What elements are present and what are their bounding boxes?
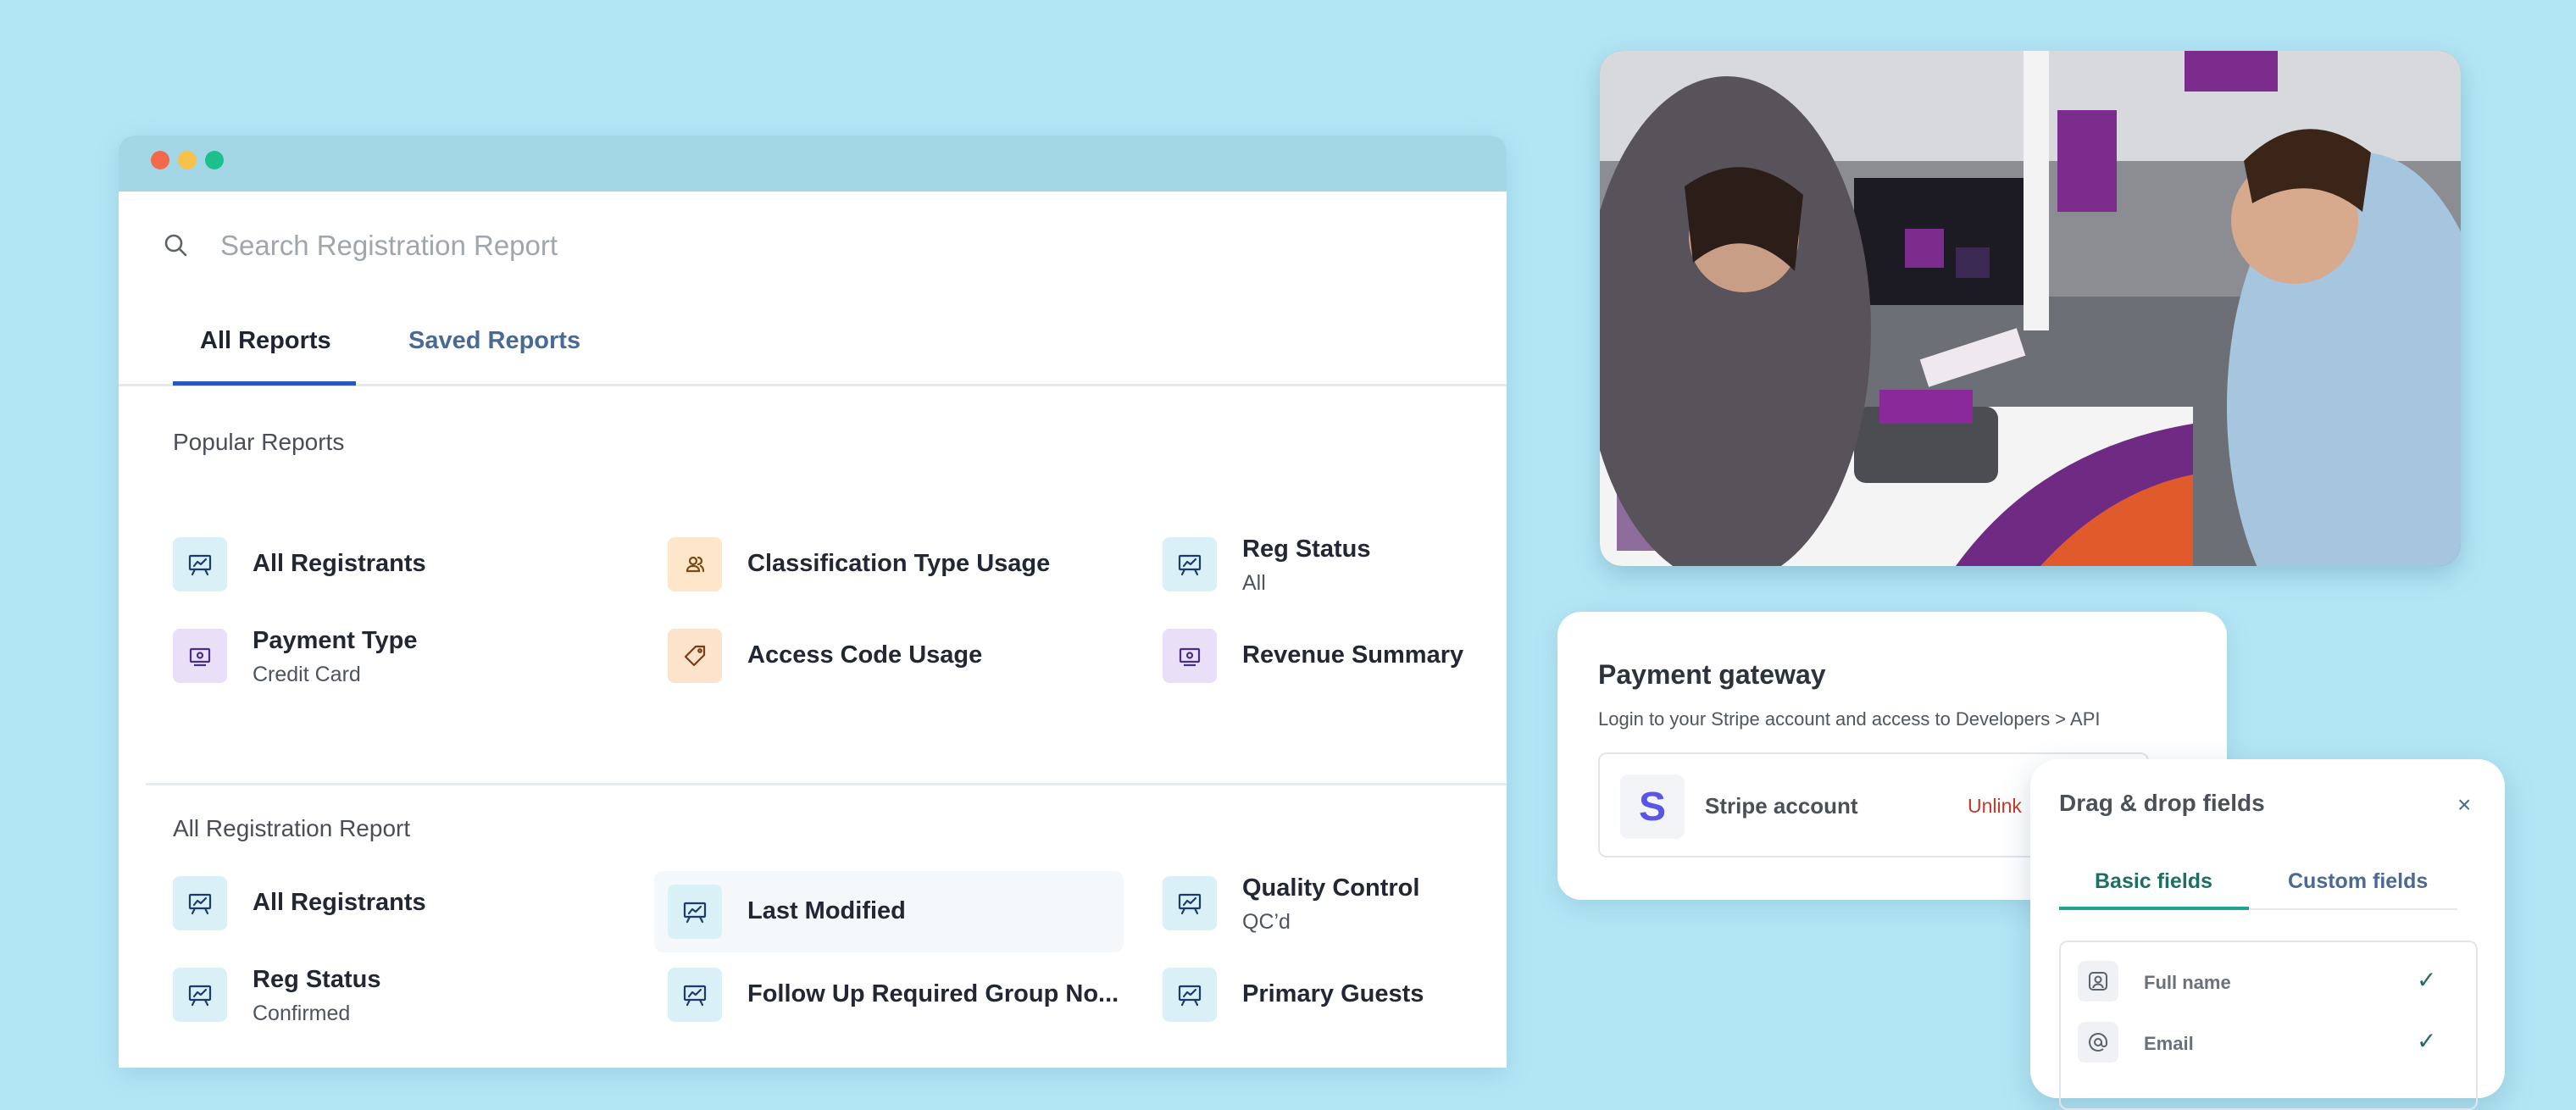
payment-gateway-description: Login to your Stripe account and access … (1598, 708, 2101, 730)
report-item-sublabel: Confirmed (253, 1002, 351, 1025)
presentation-chart-icon (173, 876, 227, 930)
presentation-chart-icon (1163, 876, 1217, 930)
report-item-sublabel: Credit Card (253, 663, 361, 686)
report-item-access-code-usage[interactable]: Access Code Usage (668, 617, 1142, 695)
tab-custom-fields[interactable]: Custom fields (2288, 869, 2428, 894)
section-divider (146, 783, 1507, 785)
presentation-chart-icon (668, 968, 722, 1022)
report-item-label: Last Modified (747, 897, 906, 924)
report-item-label: Primary Guests (1242, 980, 1424, 1007)
report-item-label: Reg Status (1242, 536, 1371, 563)
report-item-label: All Registrants (253, 550, 426, 577)
field-label: Full name (2144, 972, 2231, 993)
report-tabs: All Reports Saved Reports (119, 302, 1507, 386)
tab-basic-fields[interactable]: Basic fields (2095, 869, 2212, 894)
unlink-button[interactable]: Unlink (1968, 795, 2022, 818)
presentation-chart-icon (173, 968, 227, 1022)
tab-all-reports[interactable]: All Reports (200, 327, 331, 355)
search-input[interactable] (219, 220, 1405, 271)
presentation-chart-icon (1163, 537, 1217, 591)
presentation-chart-icon (173, 537, 227, 591)
report-item-last-modified[interactable]: Last Modified (654, 871, 1124, 952)
active-tab-underline (173, 381, 356, 386)
drag-drop-title: Drag & drop fields (2059, 790, 2265, 816)
field-tabs: Basic fields Custom fields (2059, 861, 2457, 910)
presentation-chart-icon (668, 885, 722, 939)
report-window: All Reports Saved Reports Popular Report… (119, 136, 1507, 1068)
search-bar (119, 191, 1507, 302)
all-registration-report-heading: All Registration Report (173, 815, 411, 841)
money-bill-icon (1163, 629, 1217, 683)
at-sign-icon (2078, 1022, 2118, 1063)
active-tab-underline (2059, 907, 2249, 910)
report-item-reg-status[interactable]: Reg Status Confirmed (173, 956, 647, 1034)
presentation-chart-icon (1163, 968, 1217, 1022)
report-item-label: Classification Type Usage (747, 550, 1051, 577)
check-icon: ✓ (2417, 967, 2437, 993)
search-icon (164, 234, 187, 257)
report-item-sublabel: QC’d (1242, 910, 1291, 934)
drag-drop-fields-panel: Drag & drop fields × Basic fields Custom… (2030, 759, 2505, 1110)
report-item-label: Revenue Summary (1242, 641, 1464, 669)
event-checkin-photo (1600, 51, 2461, 566)
tab-saved-reports[interactable]: Saved Reports (408, 327, 580, 355)
report-item-revenue-summary[interactable]: Revenue Summary (1163, 617, 1507, 695)
report-item-label: Payment Type (253, 627, 418, 654)
stripe-logo-icon: S (1620, 774, 1685, 839)
report-item-all-registrants[interactable]: All Registrants (173, 525, 647, 603)
field-email[interactable]: Email ✓ (2078, 1022, 2459, 1064)
report-item-sublabel: All (1242, 571, 1266, 595)
user-circle-icon (2078, 961, 2118, 1002)
report-item-classification-type-usage[interactable]: Classification Type Usage (668, 525, 1142, 603)
stripe-account-label: Stripe account (1705, 793, 1858, 819)
report-item-payment-type[interactable]: Payment Type Credit Card (173, 617, 647, 695)
popular-reports-heading: Popular Reports (173, 429, 345, 455)
check-icon: ✓ (2417, 1028, 2437, 1054)
report-item-label: Quality Control (1242, 874, 1420, 902)
report-item-quality-control[interactable]: Quality Control QC’d (1163, 864, 1507, 942)
maximize-window-dot[interactable] (205, 151, 224, 169)
users-icon (668, 537, 722, 591)
minimize-window-dot[interactable] (178, 151, 197, 169)
report-item-follow-up-required[interactable]: Follow Up Required Group No... (668, 956, 1142, 1034)
close-icon[interactable]: × (2457, 791, 2471, 819)
money-bill-icon (173, 629, 227, 683)
report-item-label: Follow Up Required Group No... (747, 980, 1119, 1007)
report-item-primary-guests[interactable]: Primary Guests (1163, 956, 1507, 1034)
field-list: Full name ✓ Email ✓ (2059, 941, 2478, 1110)
window-titlebar (119, 136, 1507, 191)
field-label: Email (2144, 1033, 2194, 1054)
report-item-label: Reg Status (253, 966, 381, 993)
report-item-reg-status[interactable]: Reg Status All (1163, 525, 1507, 603)
close-window-dot[interactable] (151, 151, 169, 169)
report-item-label: Access Code Usage (747, 641, 983, 669)
payment-gateway-title: Payment gateway (1598, 659, 1826, 690)
report-item-all-registrants[interactable]: All Registrants (173, 864, 647, 942)
report-item-label: All Registrants (253, 889, 426, 916)
tag-icon (668, 629, 722, 683)
field-full-name[interactable]: Full name ✓ (2078, 961, 2459, 1003)
